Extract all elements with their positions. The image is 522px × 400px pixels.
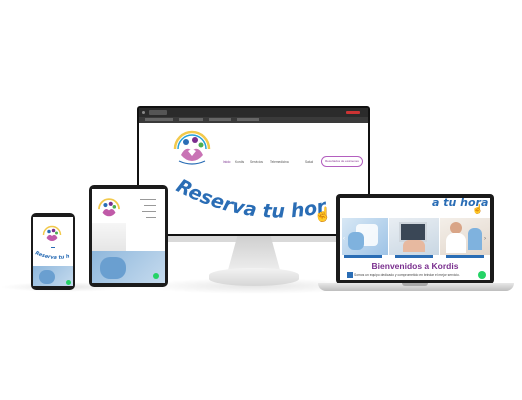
carousel-prev-icon[interactable]: ‹ xyxy=(343,236,345,242)
tablet-hero-area xyxy=(92,223,126,251)
browser-controls-icon[interactable] xyxy=(346,111,360,114)
bookmark-item[interactable] xyxy=(209,118,231,121)
nav-item-telemedicina[interactable]: Telemedicina xyxy=(270,160,289,164)
laptop-screen: a tu hora ☝ ‹ › Bienvenidos a Kordis Som… xyxy=(340,198,490,280)
phone: Reserva tu hora xyxy=(31,213,75,290)
whatsapp-icon[interactable] xyxy=(66,280,71,285)
image-caption-bar xyxy=(344,255,382,258)
welcome-heading: Bienvenidos a Kordis xyxy=(371,261,459,271)
info-icon xyxy=(347,272,353,278)
phone-screen: Reserva tu hora xyxy=(33,217,73,286)
menu-toggle-icon[interactable] xyxy=(51,247,55,248)
browser-titlebar xyxy=(139,108,368,117)
carousel-next-icon[interactable]: › xyxy=(484,236,486,242)
bookmark-item[interactable] xyxy=(237,118,259,121)
menu-line xyxy=(144,205,156,206)
whatsapp-icon[interactable] xyxy=(478,271,486,279)
hand-pointer-icon: ☝ xyxy=(472,204,484,214)
bookmark-item[interactable] xyxy=(179,118,203,121)
results-button[interactable]: Resultados de exámenes xyxy=(321,156,363,167)
image-caption-bar xyxy=(395,255,433,258)
window-dot-icon xyxy=(142,111,145,114)
service-image-1[interactable] xyxy=(342,218,388,255)
nav-item-kordis[interactable]: Kordis xyxy=(235,160,244,164)
image-caption-bar xyxy=(446,255,484,258)
nav-item-inicio[interactable]: Inicio xyxy=(223,160,230,164)
menu-line xyxy=(146,217,156,218)
kordis-logo[interactable] xyxy=(169,125,215,169)
phone-hero-title: Reserva tu hora xyxy=(33,249,71,261)
menu-line xyxy=(140,199,156,200)
nav-item-servicios[interactable]: Servicios xyxy=(250,160,263,164)
browser-tab[interactable] xyxy=(149,110,167,115)
kordis-logo[interactable] xyxy=(40,223,64,245)
bookmark-item[interactable] xyxy=(145,118,173,121)
laptop-notch xyxy=(402,283,428,286)
site-header: Inicio Kordis Servicios Telemedicina Sal… xyxy=(139,123,368,171)
tablet-screen xyxy=(92,189,165,283)
tablet xyxy=(89,185,168,287)
hand-pointer-icon: ☝ xyxy=(314,206,332,222)
kordis-logo[interactable] xyxy=(95,195,123,221)
service-image-3[interactable] xyxy=(440,218,490,255)
welcome-body: Somos un equipo dedicado y comprometido … xyxy=(354,273,460,277)
phone-hero-title-graphic: Reserva tu hora xyxy=(33,249,71,261)
hero-title-graphic: Reserva tu hora xyxy=(139,168,330,223)
laptop: a tu hora ☝ ‹ › Bienvenidos a Kordis Som… xyxy=(336,194,494,284)
desktop-screen: Inicio Kordis Servicios Telemedicina Sal… xyxy=(139,108,368,234)
whatsapp-icon[interactable] xyxy=(153,273,159,279)
monitor-base xyxy=(209,268,299,286)
service-image-2[interactable] xyxy=(389,218,439,255)
menu-line xyxy=(142,211,156,212)
nav-item-salud[interactable]: Salud xyxy=(305,160,313,164)
